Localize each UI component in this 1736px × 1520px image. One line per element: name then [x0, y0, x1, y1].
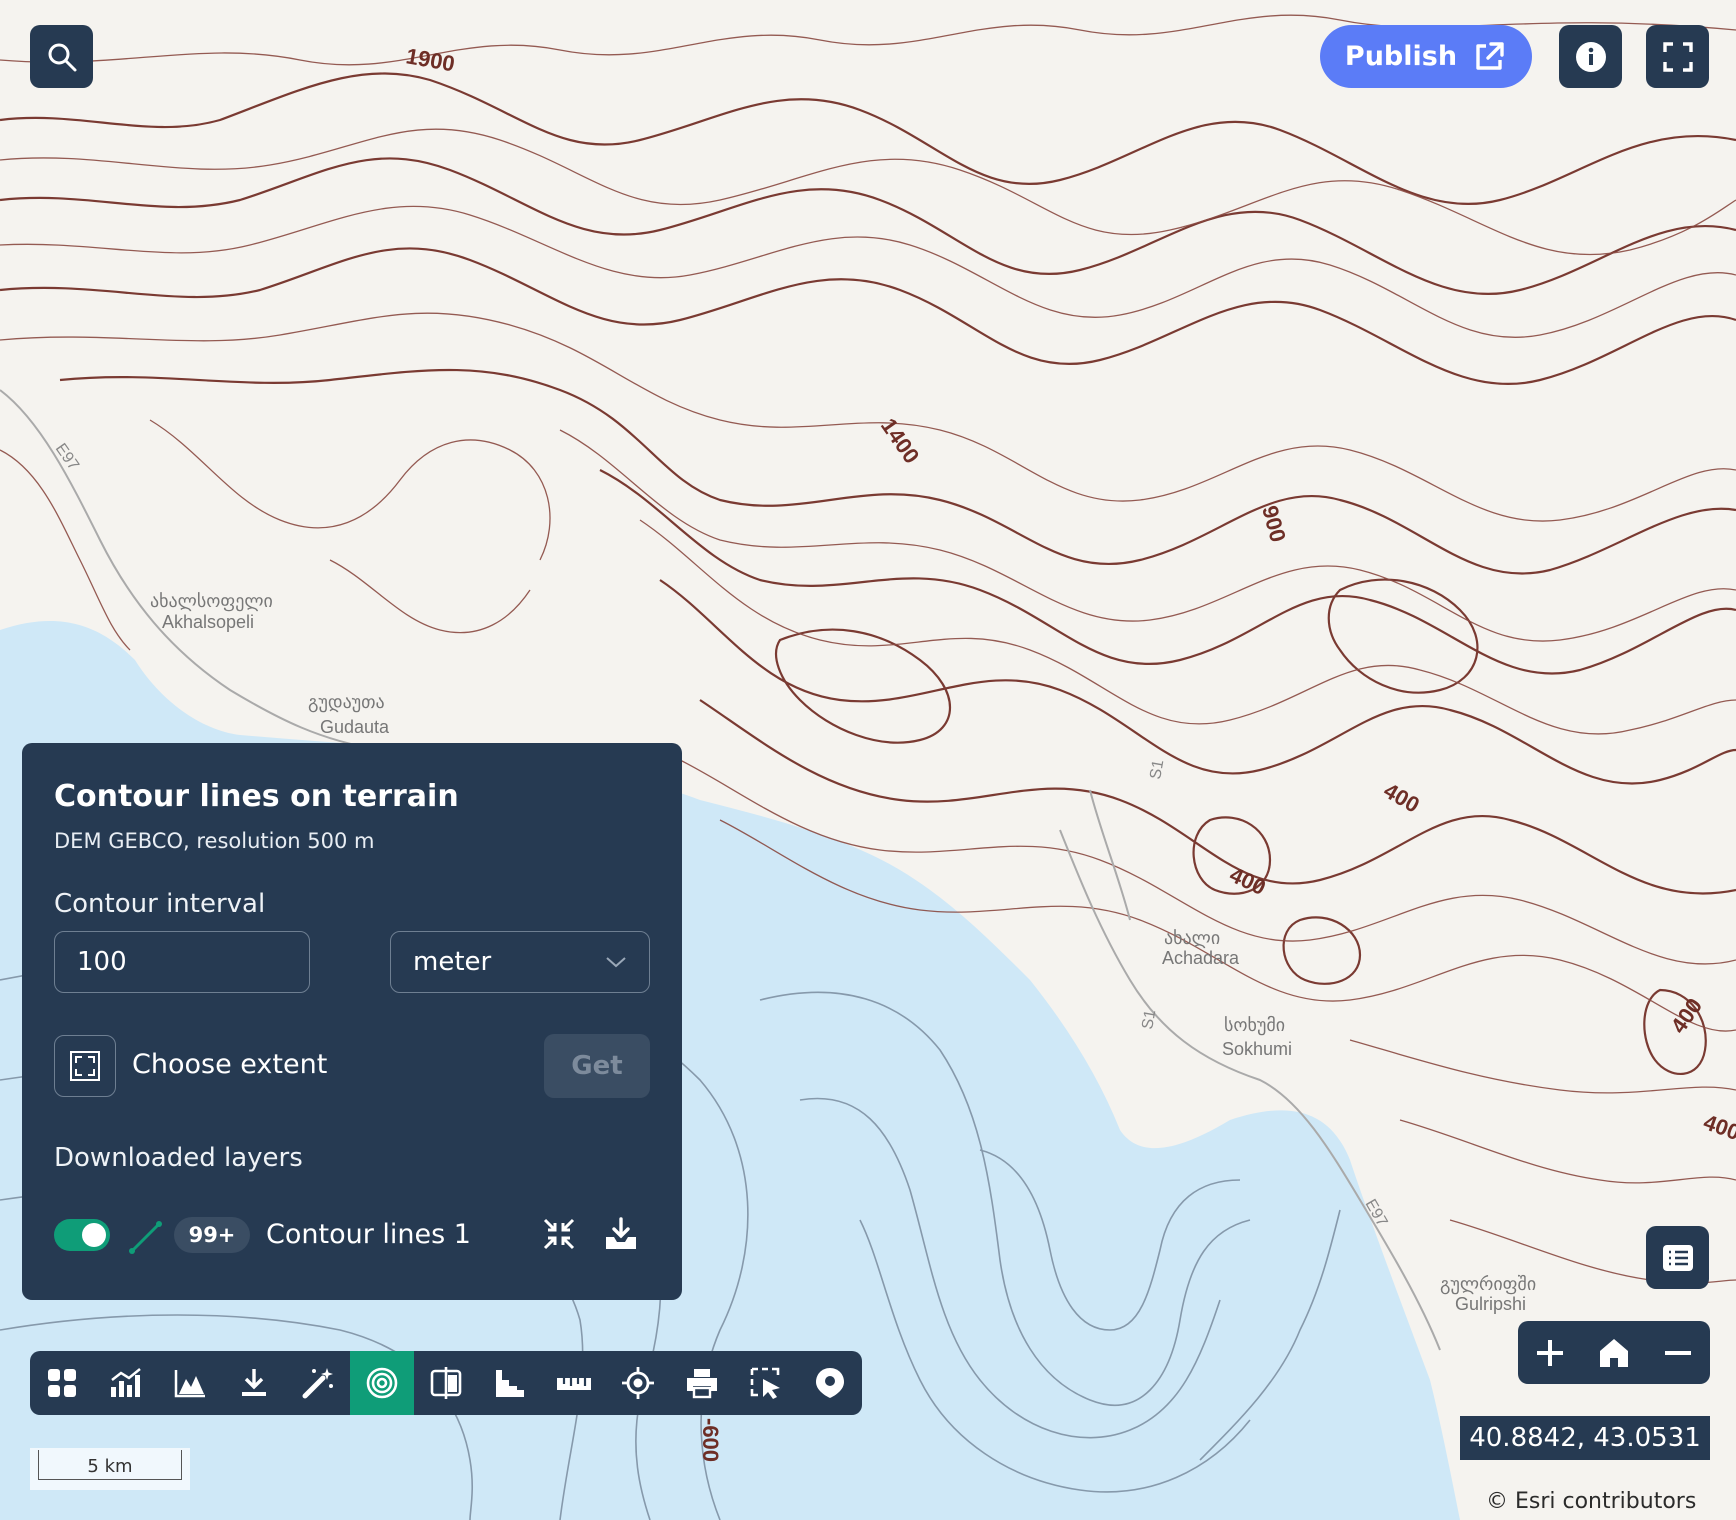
feature-count-badge: 99+	[174, 1217, 250, 1253]
line-style-icon[interactable]	[126, 1217, 166, 1257]
locate-icon	[622, 1367, 654, 1399]
fullscreen-icon	[1662, 41, 1693, 72]
ruler-icon	[557, 1378, 591, 1390]
scale-label: 5 km	[87, 1456, 133, 1477]
download-icon	[242, 1369, 266, 1396]
zoom-out-button[interactable]	[1646, 1321, 1710, 1384]
home-icon	[1600, 1338, 1628, 1367]
tool-ruler[interactable]	[542, 1351, 606, 1415]
tool-pin[interactable]	[798, 1351, 862, 1415]
plus-icon	[1537, 1339, 1563, 1366]
unit-select[interactable]: meter	[390, 931, 650, 993]
downloaded-layers-label: Downloaded layers	[54, 1143, 303, 1173]
tool-magic-wand[interactable]	[286, 1351, 350, 1415]
info-icon	[1575, 41, 1606, 72]
tool-grid[interactable]	[30, 1351, 94, 1415]
download-icon[interactable]	[602, 1215, 640, 1253]
external-link-icon	[1476, 41, 1504, 70]
svg-text:Gulripshi: Gulripshi	[1455, 1294, 1526, 1314]
minus-icon	[1665, 1350, 1691, 1355]
coordinate-readout: 40.8842, 43.0531	[1460, 1416, 1710, 1460]
svg-text:-600: -600	[698, 1418, 723, 1462]
scale-bar: 5 km	[30, 1448, 190, 1490]
pin-icon	[816, 1368, 844, 1398]
extent-icon	[70, 1051, 100, 1081]
svg-text:გულრიფში: გულრიფში	[1440, 1274, 1536, 1295]
tool-download[interactable]	[222, 1351, 286, 1415]
svg-text:Akhalsopeli: Akhalsopeli	[162, 612, 254, 632]
magic-wand-icon	[302, 1368, 333, 1399]
info-button[interactable]	[1559, 25, 1622, 88]
select-icon	[750, 1367, 780, 1399]
panel-title: Contour lines on terrain	[54, 779, 459, 814]
svg-text:სოხუმი: სოხუმი	[1224, 1015, 1285, 1036]
print-icon	[687, 1369, 717, 1399]
map-compare-icon	[430, 1367, 462, 1399]
svg-text:ახალი: ახალი	[1164, 928, 1220, 949]
home-button[interactable]	[1582, 1321, 1646, 1384]
svg-text:Sokhumi: Sokhumi	[1222, 1039, 1292, 1059]
zoom-in-button[interactable]	[1518, 1321, 1582, 1384]
chevron-down-icon	[606, 957, 626, 968]
legend-button[interactable]	[1646, 1226, 1709, 1289]
fullscreen-button[interactable]	[1646, 25, 1709, 88]
tool-contour[interactable]	[350, 1351, 414, 1415]
publish-button[interactable]: Publish	[1320, 25, 1532, 88]
elevation-icon	[174, 1370, 205, 1398]
tool-bar	[30, 1351, 862, 1415]
contour-panel: Contour lines on terrain DEM GEBCO, reso…	[22, 743, 682, 1300]
svg-text:Gudauta: Gudauta	[320, 717, 390, 737]
tool-locate[interactable]	[606, 1351, 670, 1415]
unit-value: meter	[413, 947, 492, 977]
list-icon	[1662, 1244, 1693, 1271]
profile-icon	[496, 1370, 524, 1397]
search-button[interactable]	[30, 25, 93, 88]
zoom-controls	[1518, 1321, 1710, 1384]
svg-text:S1: S1	[1147, 758, 1167, 780]
tool-select[interactable]	[734, 1351, 798, 1415]
attribution: © Esri contributors	[1486, 1489, 1697, 1514]
chart-icon	[111, 1368, 141, 1397]
svg-text:S1: S1	[1139, 1008, 1159, 1030]
tool-profile[interactable]	[478, 1351, 542, 1415]
tool-print[interactable]	[670, 1351, 734, 1415]
tool-map-compare[interactable]	[414, 1351, 478, 1415]
svg-text:Achadara: Achadara	[1162, 948, 1240, 968]
choose-extent-button[interactable]	[54, 1035, 116, 1097]
choose-extent-label: Choose extent	[132, 1049, 328, 1080]
layer-visibility-toggle[interactable]	[54, 1219, 110, 1251]
layer-name: Contour lines 1	[266, 1219, 471, 1250]
get-label: Get	[571, 1051, 623, 1081]
contour-interval-label: Contour interval	[54, 889, 266, 919]
panel-subtitle: DEM GEBCO, resolution 500 m	[54, 829, 375, 853]
grid-icon	[48, 1369, 76, 1397]
zoom-to-layer-icon[interactable]	[542, 1217, 576, 1251]
publish-label: Publish	[1344, 41, 1458, 72]
contour-icon	[366, 1367, 398, 1399]
tool-elevation[interactable]	[158, 1351, 222, 1415]
svg-text:გუდაუთა: გუდაუთა	[308, 692, 385, 713]
tool-chart[interactable]	[94, 1351, 158, 1415]
search-icon	[48, 43, 76, 71]
contour-interval-value: 100	[77, 947, 127, 977]
svg-text:ახალსოფელი: ახალსოფელი	[150, 591, 273, 612]
contour-interval-input[interactable]: 100	[54, 931, 310, 993]
get-button[interactable]: Get	[544, 1034, 650, 1098]
